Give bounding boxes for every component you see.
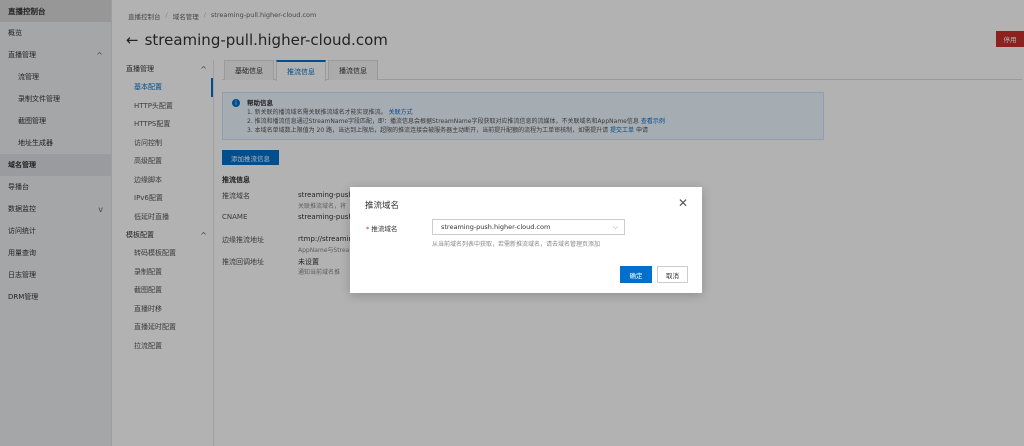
cancel-button[interactable]: 取消 [657, 266, 688, 283]
close-icon[interactable]: ✕ [678, 196, 688, 210]
push-domain-dialog: 推流域名 ✕ * 推流域名 streaming-push.higher-clou… [350, 187, 702, 293]
push-domain-hint: 从当前域名列表中获取，若需新推流域名，请去域名管理页添加 [432, 241, 601, 248]
push-domain-label: * 推流域名 [366, 225, 398, 233]
dialog-title: 推流域名 [365, 201, 400, 211]
push-domain-select[interactable]: streaming-push.higher-cloud.com ⌵ [432, 219, 625, 235]
confirm-button[interactable]: 确定 [620, 266, 652, 283]
chevron-down-icon: ⌵ [612, 222, 618, 231]
